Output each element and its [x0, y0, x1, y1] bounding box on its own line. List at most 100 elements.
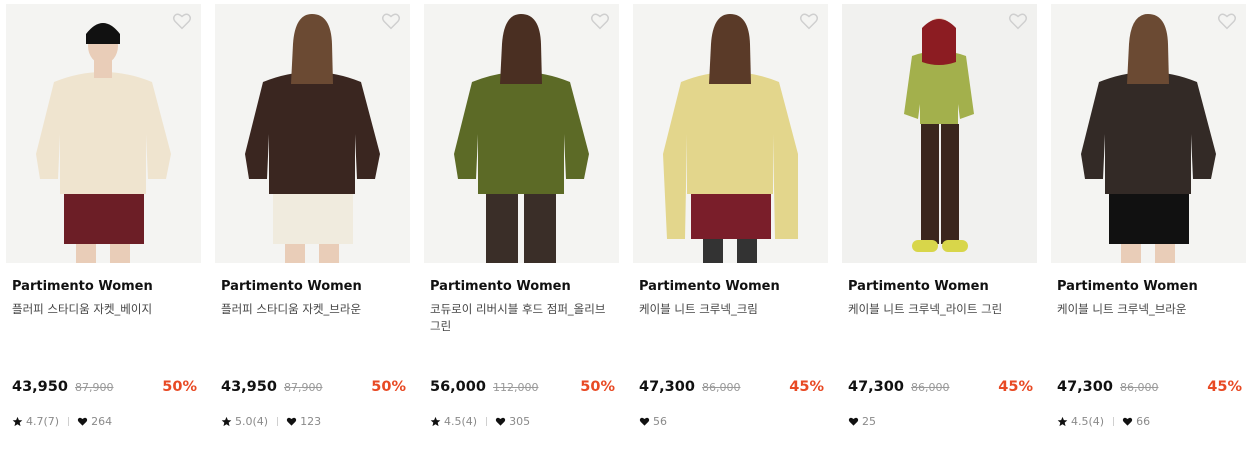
product-meta: 25: [848, 415, 876, 428]
brand-name[interactable]: Partimento Women: [848, 279, 1037, 294]
original-price: 86,000: [1120, 381, 1159, 394]
price-value: 43,950: [12, 379, 68, 395]
product-meta: 4.7(7) 264: [12, 415, 112, 428]
likes-count: 305: [509, 415, 531, 428]
product-image[interactable]: [424, 4, 619, 263]
star-icon: [221, 416, 232, 427]
sale-price: 47,300 86,000: [639, 379, 741, 395]
likes: 56: [639, 415, 667, 428]
heart-outline-icon[interactable]: [172, 12, 192, 30]
product-name[interactable]: 플러피 스타디움 자켓_베이지: [12, 301, 197, 318]
price-row: 47,300 86,000 45%: [848, 379, 1033, 399]
product-name[interactable]: 케이블 니트 크루넥_크림: [639, 301, 824, 318]
product-card[interactable]: Partimento Women 케이블 니트 크루넥_브라운 47,300 8…: [1051, 4, 1246, 459]
product-image[interactable]: [842, 4, 1037, 263]
product-meta: 4.5(4) 305: [430, 415, 530, 428]
heart-filled-icon: [495, 417, 506, 426]
sale-price: 56,000 112,000: [430, 379, 539, 395]
sale-price: 43,950 87,900: [221, 379, 323, 395]
original-price: 86,000: [702, 381, 741, 394]
brand-name[interactable]: Partimento Women: [639, 279, 828, 294]
product-card[interactable]: Partimento Women 코듀로이 리버시블 후드 점퍼_올리브그린 5…: [424, 4, 619, 459]
discount-badge: 50%: [371, 379, 406, 395]
product-image[interactable]: [215, 4, 410, 263]
price-row: 47,300 86,000 45%: [1057, 379, 1242, 399]
discount-badge: 50%: [580, 379, 615, 395]
likes-count: 56: [653, 415, 667, 428]
likes-count: 25: [862, 415, 876, 428]
meta-divider: [68, 417, 70, 426]
discount-badge: 45%: [1207, 379, 1242, 395]
sale-price: 47,300 86,000: [1057, 379, 1159, 395]
product-image[interactable]: [1051, 4, 1246, 263]
likes: 123: [286, 415, 321, 428]
heart-filled-icon: [1122, 417, 1133, 426]
discount-badge: 50%: [162, 379, 197, 395]
product-name[interactable]: 케이블 니트 크루넥_브라운: [1057, 301, 1242, 318]
meta-divider: [1113, 417, 1115, 426]
heart-outline-icon[interactable]: [590, 12, 610, 30]
brand-name[interactable]: Partimento Women: [221, 279, 410, 294]
brand-name[interactable]: Partimento Women: [1057, 279, 1246, 294]
meta-divider: [486, 417, 488, 426]
rating-value: 4.7(7): [26, 415, 60, 428]
product-image[interactable]: [633, 4, 828, 263]
price-value: 47,300: [1057, 379, 1113, 395]
rating: 4.5(4): [430, 415, 477, 428]
original-price: 87,900: [284, 381, 323, 394]
brand-name[interactable]: Partimento Women: [12, 279, 201, 294]
price-value: 56,000: [430, 379, 486, 395]
sale-price: 43,950 87,900: [12, 379, 114, 395]
product-name[interactable]: 케이블 니트 크루넥_라이트 그린: [848, 301, 1033, 318]
likes: 25: [848, 415, 876, 428]
likes: 305: [495, 415, 530, 428]
heart-outline-icon[interactable]: [381, 12, 401, 30]
price-row: 56,000 112,000 50%: [430, 379, 615, 399]
likes-count: 264: [91, 415, 113, 428]
heart-filled-icon: [77, 417, 88, 426]
product-card[interactable]: Partimento Women 케이블 니트 크루넥_라이트 그린 47,30…: [842, 4, 1037, 459]
likes: 66: [1122, 415, 1150, 428]
meta-divider: [277, 417, 279, 426]
product-name[interactable]: 플러피 스타디움 자켓_브라운: [221, 301, 406, 318]
price-row: 47,300 86,000 45%: [639, 379, 824, 399]
likes-count: 66: [1136, 415, 1151, 428]
price-row: 43,950 87,900 50%: [12, 379, 197, 399]
product-meta: 5.0(4) 123: [221, 415, 321, 428]
original-price: 112,000: [493, 381, 539, 394]
heart-filled-icon: [639, 417, 650, 426]
price-row: 43,950 87,900 50%: [221, 379, 406, 399]
sale-price: 47,300 86,000: [848, 379, 950, 395]
brand-name[interactable]: Partimento Women: [430, 279, 619, 294]
product-card[interactable]: Partimento Women 플러피 스타디움 자켓_브라운 43,950 …: [215, 4, 410, 459]
product-image[interactable]: [6, 4, 201, 263]
product-meta: 4.5(4) 66: [1057, 415, 1150, 428]
star-icon: [430, 416, 441, 427]
product-meta: 56: [639, 415, 667, 428]
rating: 4.7(7): [12, 415, 59, 428]
product-grid: Partimento Women 플러피 스타디움 자켓_베이지 43,950 …: [0, 0, 1253, 464]
heart-outline-icon[interactable]: [1217, 12, 1237, 30]
product-card[interactable]: Partimento Women 플러피 스타디움 자켓_베이지 43,950 …: [6, 4, 201, 459]
star-icon: [12, 416, 23, 427]
discount-badge: 45%: [789, 379, 824, 395]
rating: 5.0(4): [221, 415, 268, 428]
price-value: 47,300: [848, 379, 904, 395]
original-price: 87,900: [75, 381, 114, 394]
discount-badge: 45%: [998, 379, 1033, 395]
heart-filled-icon: [286, 417, 297, 426]
rating-value: 5.0(4): [235, 415, 269, 428]
original-price: 86,000: [911, 381, 950, 394]
rating-value: 4.5(4): [444, 415, 478, 428]
heart-outline-icon[interactable]: [1008, 12, 1028, 30]
star-icon: [1057, 416, 1068, 427]
likes: 264: [77, 415, 112, 428]
likes-count: 123: [300, 415, 322, 428]
heart-filled-icon: [848, 417, 859, 426]
heart-outline-icon[interactable]: [799, 12, 819, 30]
product-card[interactable]: Partimento Women 케이블 니트 크루넥_크림 47,300 86…: [633, 4, 828, 459]
price-value: 47,300: [639, 379, 695, 395]
rating: 4.5(4): [1057, 415, 1104, 428]
rating-value: 4.5(4): [1071, 415, 1105, 428]
product-name[interactable]: 코듀로이 리버시블 후드 점퍼_올리브그린: [430, 301, 615, 335]
